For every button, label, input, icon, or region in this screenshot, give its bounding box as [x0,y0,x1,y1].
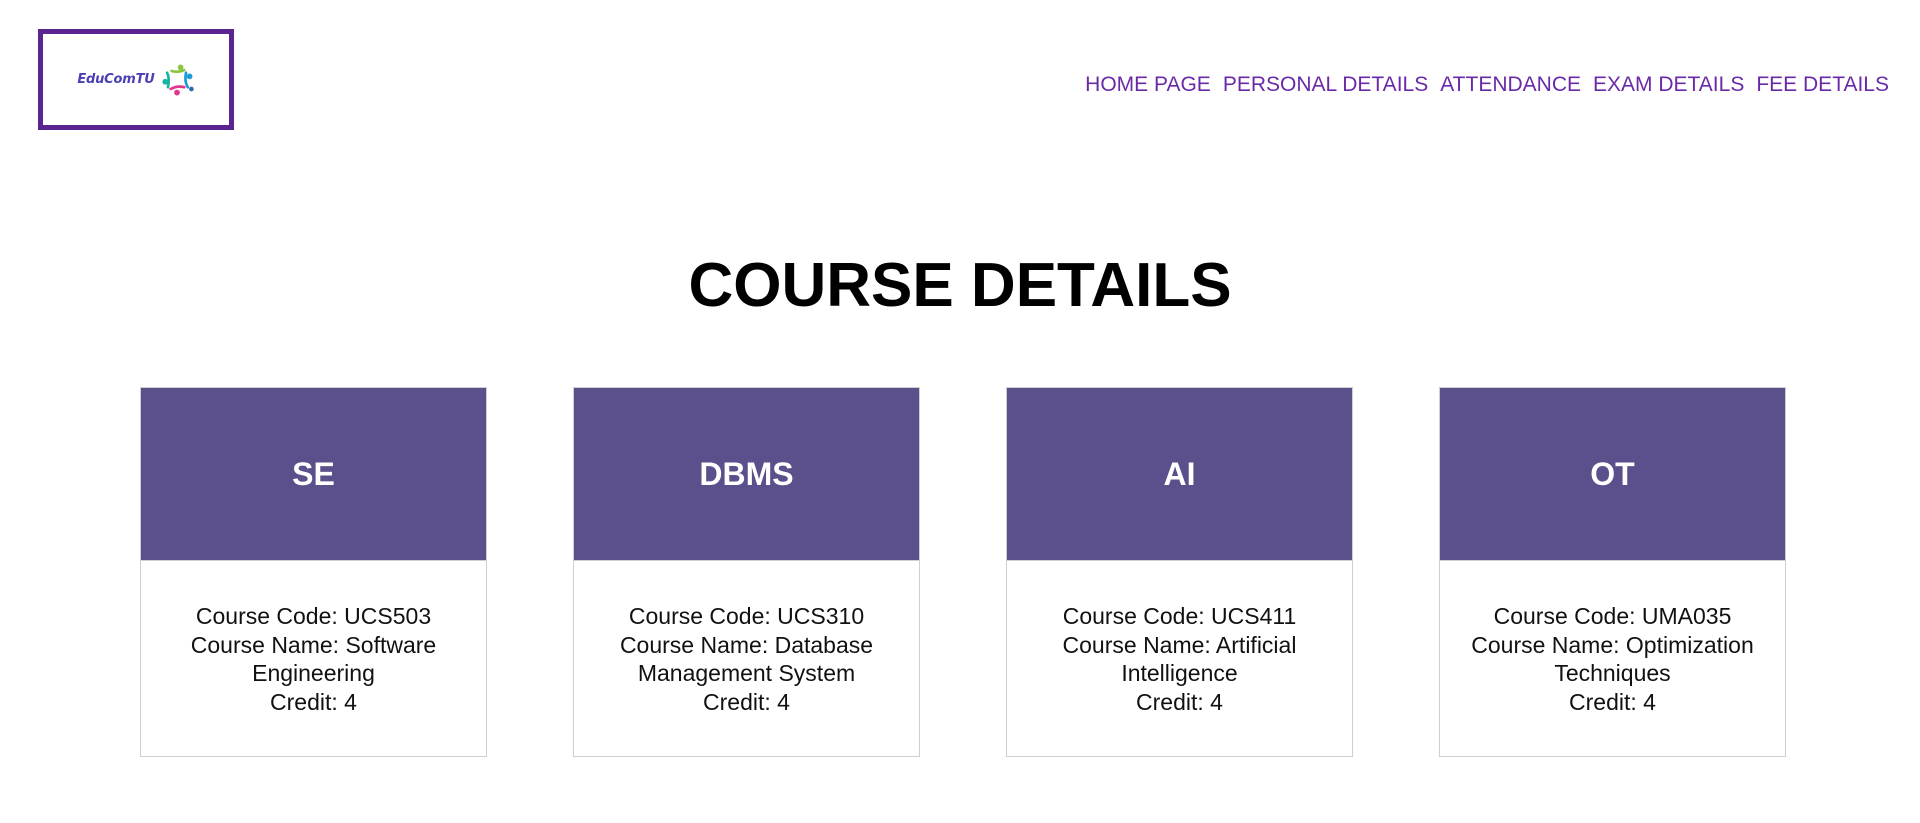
logo-text: EduComTU [77,72,155,87]
nav-fee-details[interactable]: FEE DETAILS [1756,73,1889,97]
course-code: Course Code: UCS411 [1062,603,1297,629]
course-credit: Credit: 4 [703,688,790,715]
course-name: Course Name: Database Management System [619,631,874,687]
logo-content: EduComTU [77,62,194,98]
course-card-header: SE [141,388,486,561]
site-logo[interactable]: EduComTU [38,29,234,130]
course-code: Course Code: UMA035 [1493,603,1732,629]
course-cards: SE Course Code: UCS503 Course Name: Soft… [0,387,1920,757]
main-nav: HOME PAGE PERSONAL DETAILS ATTENDANCE EX… [1085,73,1889,97]
course-code: Course Code: UCS310 [628,603,865,629]
nav-attendance[interactable]: ATTENDANCE [1440,73,1581,97]
nav-home-page[interactable]: HOME PAGE [1085,73,1211,97]
course-card-header: AI [1007,388,1352,561]
course-name: Course Name: Artificial Intelligence [1062,631,1297,687]
nav-personal-details[interactable]: PERSONAL DETAILS [1223,73,1428,97]
course-name: Course Name: Software Engineering [190,631,437,687]
course-abbr: DBMS [699,455,794,492]
course-abbr: OT [1590,455,1635,492]
course-card-body: Course Code: UCS503 Course Name: Softwar… [141,561,486,716]
course-abbr: SE [292,455,335,492]
course-card-header: OT [1440,388,1785,561]
course-card-dbms[interactable]: DBMS Course Code: UCS310 Course Name: Da… [573,387,920,757]
course-card-body: Course Code: UMA035 Course Name: Optimiz… [1440,561,1785,716]
course-card-ot[interactable]: OT Course Code: UMA035 Course Name: Opti… [1439,387,1786,757]
course-credit: Credit: 4 [1136,688,1223,715]
page-title: COURSE DETAILS [688,251,1232,320]
course-card-body: Course Code: UCS411 Course Name: Artific… [1007,561,1352,716]
course-credit: Credit: 4 [270,688,357,715]
course-card-header: DBMS [574,388,919,561]
course-abbr: AI [1163,455,1196,492]
course-card-se[interactable]: SE Course Code: UCS503 Course Name: Soft… [140,387,487,757]
page: EduComTU HOME PAGE PERSONAL DETAILS ATTE… [0,0,1920,823]
nav-exam-details[interactable]: EXAM DETAILS [1593,73,1744,97]
course-credit: Credit: 4 [1569,688,1656,715]
course-card-ai[interactable]: AI Course Code: UCS411 Course Name: Arti… [1006,387,1353,757]
course-name: Course Name: Optimization Techniques [1471,631,1754,687]
people-circle-logo-icon [162,64,194,95]
course-card-body: Course Code: UCS310 Course Name: Databas… [574,561,919,716]
course-code: Course Code: UCS503 [195,603,432,629]
